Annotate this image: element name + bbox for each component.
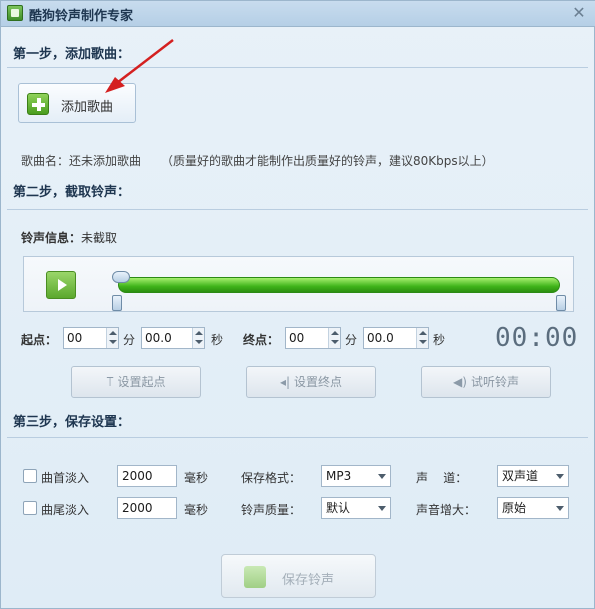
ringtone-info-row: 铃声信息：未截取	[21, 229, 117, 246]
spin-arrows-icon[interactable]	[328, 328, 340, 348]
ringtone-info-value: 未截取	[81, 231, 118, 245]
ringtone-maker-window: 酷狗铃声制作专家 ✕ 第一步，添加歌曲： 添加歌曲 歌曲名：还未添加歌曲 （质量好…	[0, 0, 595, 609]
set-end-label: 设置终点	[294, 375, 343, 389]
playhead-handle[interactable]	[112, 271, 130, 283]
channel-select[interactable]: 双声道	[497, 465, 569, 487]
play-icon[interactable]	[46, 271, 76, 299]
start-minute-value: 00	[67, 331, 83, 345]
plus-icon	[27, 93, 49, 115]
save-ringtone-label: 保存铃声	[282, 573, 335, 588]
close-icon[interactable]: ✕	[568, 3, 590, 23]
end-second-stepper[interactable]: 00.0	[363, 327, 429, 349]
start-label: 起点：	[21, 333, 58, 347]
chevron-down-icon	[556, 506, 564, 511]
title-bar: 酷狗铃声制作专家 ✕	[1, 1, 595, 27]
start-minute-stepper[interactable]: 00	[63, 327, 119, 349]
volume-boost-select[interactable]: 原始	[497, 497, 569, 519]
fade-out-checkbox[interactable]	[23, 501, 37, 515]
speaker-icon: ◀)	[453, 375, 467, 389]
ringtone-info-label: 铃声信息：	[21, 231, 82, 245]
spin-arrows-icon[interactable]	[192, 328, 204, 348]
format-label: 保存格式：	[241, 471, 302, 485]
step2-heading: 第二步，截取铃声：	[13, 185, 131, 200]
app-icon	[7, 5, 23, 21]
format-value: MP3	[326, 469, 352, 483]
format-select[interactable]: MP3	[321, 465, 391, 487]
channel-value: 双声道	[502, 469, 539, 483]
start-minute-unit: 分	[123, 333, 136, 347]
fade-in-label: 曲首淡入	[41, 471, 90, 485]
song-name-row: 歌曲名：还未添加歌曲 （质量好的歌曲才能制作出质量好的铃声，建议80Kbps以上）	[21, 152, 494, 169]
preview-ringtone-label: 试听铃声	[470, 375, 519, 389]
time-display: 00:00	[495, 323, 579, 353]
end-minute-unit: 分	[345, 333, 358, 347]
chevron-down-icon	[556, 474, 564, 479]
quality-select[interactable]: 默认	[321, 497, 391, 519]
quality-hint: （质量好的歌曲才能制作出质量好的铃声，建议80Kbps以上）	[161, 154, 494, 168]
step3-heading: 第三步，保存设置：	[13, 415, 131, 430]
end-label: 终点：	[243, 333, 280, 347]
start-second-stepper[interactable]: 00.0	[141, 327, 205, 349]
fade-out-input[interactable]: 2000	[117, 497, 177, 519]
set-start-button[interactable]: ⟙ 设置起点	[71, 366, 201, 398]
spin-arrows-icon[interactable]	[416, 328, 428, 348]
step2-divider	[7, 209, 588, 210]
chevron-down-icon	[378, 506, 386, 511]
save-icon	[244, 566, 266, 588]
fade-in-input[interactable]: 2000	[117, 465, 177, 487]
save-ringtone-button[interactable]: 保存铃声	[221, 554, 376, 598]
preview-ringtone-button[interactable]: ◀) 试听铃声	[421, 366, 551, 398]
step3-divider	[7, 437, 588, 438]
volume-boost-value: 原始	[502, 501, 527, 515]
channel-label: 声 道：	[416, 471, 468, 485]
chevron-down-icon	[378, 474, 386, 479]
song-name-label: 歌曲名：还未添加歌曲	[21, 154, 142, 168]
volume-boost-label: 声音增大：	[416, 503, 477, 517]
fade-in-unit: 毫秒	[184, 471, 209, 485]
end-minute-stepper[interactable]: 00	[285, 327, 341, 349]
set-start-label: 设置起点	[117, 375, 166, 389]
fade-in-checkbox[interactable]	[23, 469, 37, 483]
clip-range-track[interactable]	[118, 277, 560, 293]
start-second-value: 00.0	[145, 331, 172, 345]
spin-arrows-icon[interactable]	[106, 328, 118, 348]
set-start-icon: ⟙	[106, 375, 114, 389]
set-end-icon: ◂|	[279, 375, 291, 389]
set-end-button[interactable]: ◂| 设置终点	[246, 366, 376, 398]
quality-value: 默认	[326, 501, 351, 515]
quality-label: 铃声质量：	[241, 503, 302, 517]
start-marker-handle[interactable]	[112, 295, 122, 311]
step1-divider	[7, 67, 588, 68]
end-second-unit: 秒	[433, 333, 446, 347]
end-marker-handle[interactable]	[556, 295, 566, 311]
end-second-value: 00.0	[367, 331, 394, 345]
window-title: 酷狗铃声制作专家	[29, 9, 134, 24]
annotation-arrow-icon	[105, 39, 174, 93]
clip-range-panel	[23, 256, 574, 312]
add-song-label: 添加歌曲	[61, 100, 114, 115]
end-minute-value: 00	[289, 331, 305, 345]
start-second-unit: 秒	[211, 333, 224, 347]
fade-out-label: 曲尾淡入	[41, 503, 90, 517]
fade-out-unit: 毫秒	[184, 503, 209, 517]
